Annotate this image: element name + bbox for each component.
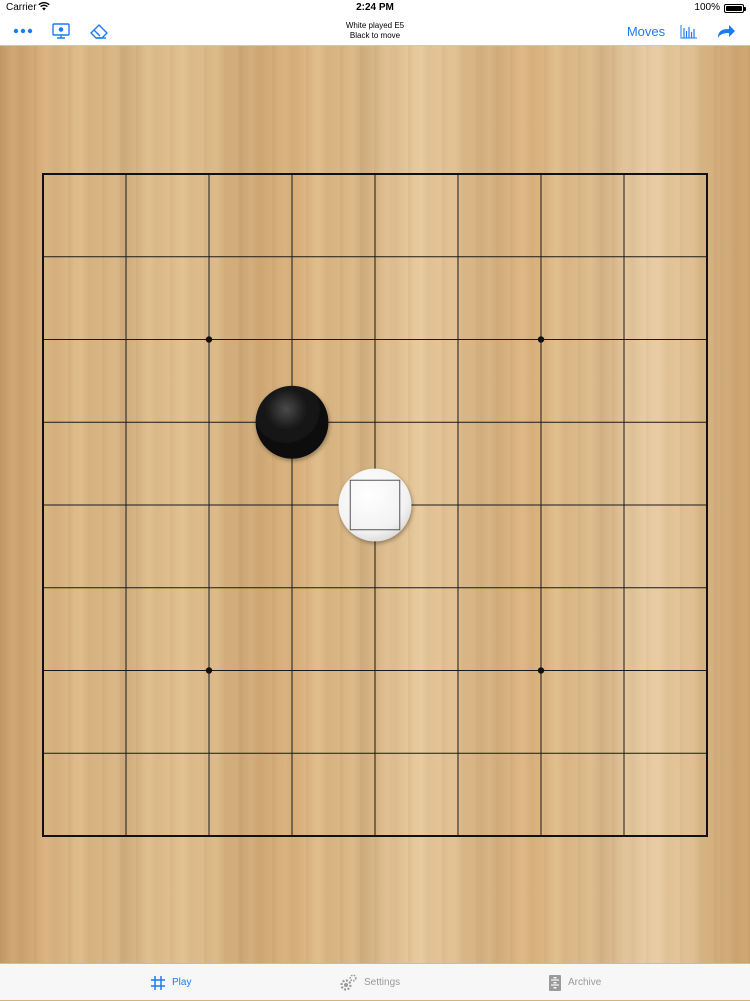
toolbar: White played E5 Black to move Moves (0, 16, 750, 46)
tab-archive[interactable]: Archive (548, 964, 601, 1001)
black-stone (255, 385, 329, 459)
star-point (205, 667, 213, 674)
battery-icon (724, 4, 746, 13)
stones (255, 385, 412, 542)
forward-button[interactable] (714, 19, 738, 43)
moves-button[interactable]: Moves (624, 19, 668, 43)
graph-button[interactable] (678, 19, 700, 43)
white-stone (338, 468, 412, 542)
graph-icon (680, 25, 697, 39)
forward-arrow-icon (718, 25, 735, 38)
clock: 2:24 PM (356, 2, 394, 13)
gear-icon (340, 973, 357, 991)
tab-play[interactable]: Play (150, 964, 191, 1001)
tab-settings-label: Settings (364, 977, 401, 988)
go-board[interactable] (0, 46, 750, 963)
tab-play-label: Play (172, 977, 192, 988)
grid-icon (151, 975, 165, 990)
battery-percent: 100% (694, 2, 720, 13)
star-point (205, 336, 213, 343)
tab-archive-label: Archive (568, 977, 602, 988)
archive-icon (549, 974, 561, 991)
star-point (537, 336, 545, 343)
star-point (537, 667, 545, 674)
tab-bar: Play Settings Archive (0, 963, 750, 1000)
board-canvas[interactable] (0, 46, 750, 963)
tab-settings[interactable]: Settings (338, 964, 400, 1001)
status-bar: Carrier 2:24 PM 100% (0, 0, 750, 16)
